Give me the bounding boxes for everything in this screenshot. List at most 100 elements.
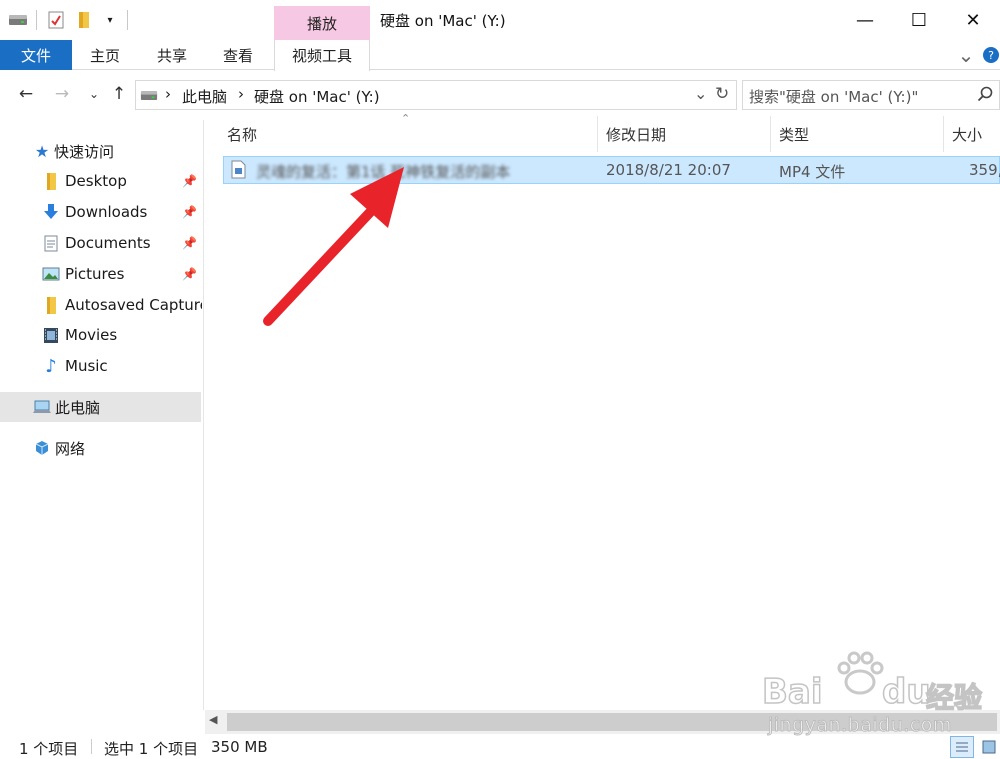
tab-video-tools[interactable]: 视频工具 — [274, 40, 370, 71]
large-icons-view-button[interactable] — [978, 736, 1000, 758]
scroll-left-icon[interactable]: ◀ — [209, 713, 217, 726]
tab-file[interactable]: 文件 — [0, 40, 72, 70]
breadcrumb-drive[interactable]: 硬盘 on 'Mac' (Y:) — [254, 86, 380, 107]
up-button[interactable]: ↑ — [107, 82, 131, 106]
pin-icon[interactable]: 📌 — [182, 236, 197, 250]
tab-share[interactable]: 共享 — [138, 40, 206, 70]
forward-button[interactable]: → — [50, 82, 74, 106]
status-bar: 1 个项目 选中 1 个项目 350 MB — [0, 734, 1000, 759]
details-view-icon — [956, 742, 968, 752]
tab-view[interactable]: 查看 — [206, 40, 270, 70]
tab-home[interactable]: 主页 — [72, 40, 138, 70]
search-input[interactable]: 搜索"硬盘 on 'Mac' (Y:)" — [742, 80, 1000, 110]
pin-icon[interactable]: 📌 — [182, 267, 197, 281]
pin-icon[interactable]: 📌 — [182, 205, 197, 219]
column-name[interactable]: 名称 — [219, 116, 598, 152]
status-selection: 选中 1 个项目 — [104, 740, 199, 758]
search-icon[interactable] — [977, 86, 993, 106]
qat-separator — [127, 10, 128, 30]
breadcrumb-separator[interactable]: › — [238, 85, 244, 103]
download-icon — [42, 203, 60, 221]
computer-icon — [33, 398, 51, 416]
nav-item-downloads[interactable]: Downloads 📌 — [0, 197, 201, 227]
navigation-pane: ★ 快速访问 Desktop 📌 Downloads 📌 Documents 📌… — [0, 120, 204, 710]
nav-item-label: Autosaved Capture — [65, 296, 202, 314]
picture-icon — [42, 265, 60, 283]
scrollbar-thumb[interactable] — [227, 713, 997, 731]
qat-dropdown-icon[interactable]: ▾ — [100, 10, 120, 30]
music-note-icon: ♪ — [45, 355, 57, 377]
nav-item-documents[interactable]: Documents 📌 — [0, 228, 201, 258]
address-row: ← → ⌄ ↑ › 此电脑 › 硬盘 on 'Mac' (Y:) ⌄ ↻ 搜索"… — [0, 76, 1000, 112]
back-button[interactable]: ← — [14, 82, 38, 106]
nav-item-movies[interactable]: Movies — [0, 320, 201, 350]
star-icon: ★ — [34, 141, 50, 161]
window-title: 硬盘 on 'Mac' (Y:) — [380, 12, 506, 30]
maximize-button[interactable]: ☐ — [892, 0, 946, 40]
large-icons-view-icon — [982, 740, 996, 754]
nav-this-pc-label: 此电脑 — [55, 398, 101, 417]
video-file-icon — [231, 160, 246, 183]
file-name: 灵魂的复活：第1话 死神铁复活的副本 — [256, 163, 511, 181]
nav-item-label: Movies — [65, 326, 118, 344]
nav-item-label: Desktop — [65, 172, 127, 190]
properties-icon[interactable] — [46, 10, 66, 30]
folder-icon — [42, 172, 60, 190]
arrow-up-icon: ↑ — [111, 84, 127, 104]
title-bar: ▾ 播放 硬盘 on 'Mac' (Y:) — ☐ ✕ — [0, 0, 1000, 40]
new-folder-icon[interactable] — [74, 10, 94, 30]
film-icon — [42, 326, 60, 344]
minimize-button[interactable]: — — [838, 0, 892, 40]
status-separator — [91, 739, 92, 754]
arrow-right-icon: → — [54, 84, 70, 104]
help-icon-glyph: ? — [983, 47, 999, 63]
search-placeholder: 搜索"硬盘 on 'Mac' (Y:)" — [749, 88, 919, 106]
nav-quick-access-label: 快速访问 — [54, 142, 115, 161]
column-type[interactable]: 类型 — [771, 116, 944, 152]
qat-separator — [36, 10, 37, 30]
drive-icon[interactable] — [8, 10, 28, 30]
file-row[interactable]: 灵魂的复活：第1话 死神铁复活的副本 2018/8/21 20:07 MP4 文… — [223, 156, 1000, 184]
column-modified[interactable]: 修改日期 — [598, 116, 771, 152]
column-size[interactable]: 大小 — [944, 116, 1000, 152]
pin-icon[interactable]: 📌 — [182, 174, 197, 188]
nav-quick-access[interactable]: ★ 快速访问 — [0, 136, 201, 166]
address-bar[interactable]: › 此电脑 › 硬盘 on 'Mac' (Y:) ⌄ ↻ — [135, 80, 737, 110]
folder-icon — [42, 296, 60, 314]
file-list: ⌃ 名称 修改日期 类型 大小 灵魂的复活：第1话 死神铁复活的副本 2018/… — [205, 112, 1000, 710]
nav-item-music[interactable]: ♪ Music — [0, 351, 201, 381]
nav-item-label: Music — [65, 357, 108, 375]
status-size: 350 MB — [211, 738, 268, 756]
horizontal-scrollbar[interactable]: ◀ — [205, 710, 1000, 734]
network-icon — [33, 439, 51, 457]
details-view-button[interactable] — [950, 736, 974, 758]
nav-item-label: Downloads — [65, 203, 148, 221]
nav-item-autosaved-capture[interactable]: Autosaved Capture — [0, 290, 202, 320]
nav-item-label: Pictures — [65, 265, 125, 283]
nav-item-label: Documents — [65, 234, 151, 252]
drive-icon — [140, 88, 158, 106]
nav-item-desktop[interactable]: Desktop 📌 — [0, 166, 201, 196]
nav-this-pc[interactable]: 此电脑 — [0, 392, 201, 422]
status-item-count: 1 个项目 — [19, 740, 79, 758]
close-button[interactable]: ✕ — [946, 0, 1000, 40]
help-icon[interactable]: ? — [982, 40, 1000, 70]
breadcrumb-this-pc[interactable]: 此电脑 — [182, 86, 227, 107]
ribbon-expand-icon[interactable]: ⌄ — [954, 40, 978, 70]
breadcrumb-separator[interactable]: › — [165, 85, 171, 103]
recent-locations-button[interactable]: ⌄ — [82, 82, 106, 106]
chevron-down-icon: ⌄ — [88, 87, 100, 101]
file-type: MP4 文件 — [779, 163, 846, 181]
nav-network-label: 网络 — [55, 439, 86, 458]
arrow-left-icon: ← — [18, 84, 34, 104]
refresh-icon[interactable]: ↻ — [715, 84, 729, 104]
file-modified: 2018/8/21 20:07 — [606, 161, 731, 179]
address-dropdown-icon[interactable]: ⌄ — [694, 84, 707, 103]
nav-item-pictures[interactable]: Pictures 📌 — [0, 259, 201, 289]
column-header: ⌃ 名称 修改日期 类型 大小 — [205, 112, 1000, 152]
ribbon-tabs: 文件 主页 共享 查看 视频工具 ⌄ ? — [0, 40, 1000, 71]
document-icon — [42, 234, 60, 252]
context-tab-header-play: 播放 — [274, 6, 370, 40]
file-size: 359,( — [969, 161, 1000, 179]
nav-network[interactable]: 网络 — [0, 433, 201, 463]
